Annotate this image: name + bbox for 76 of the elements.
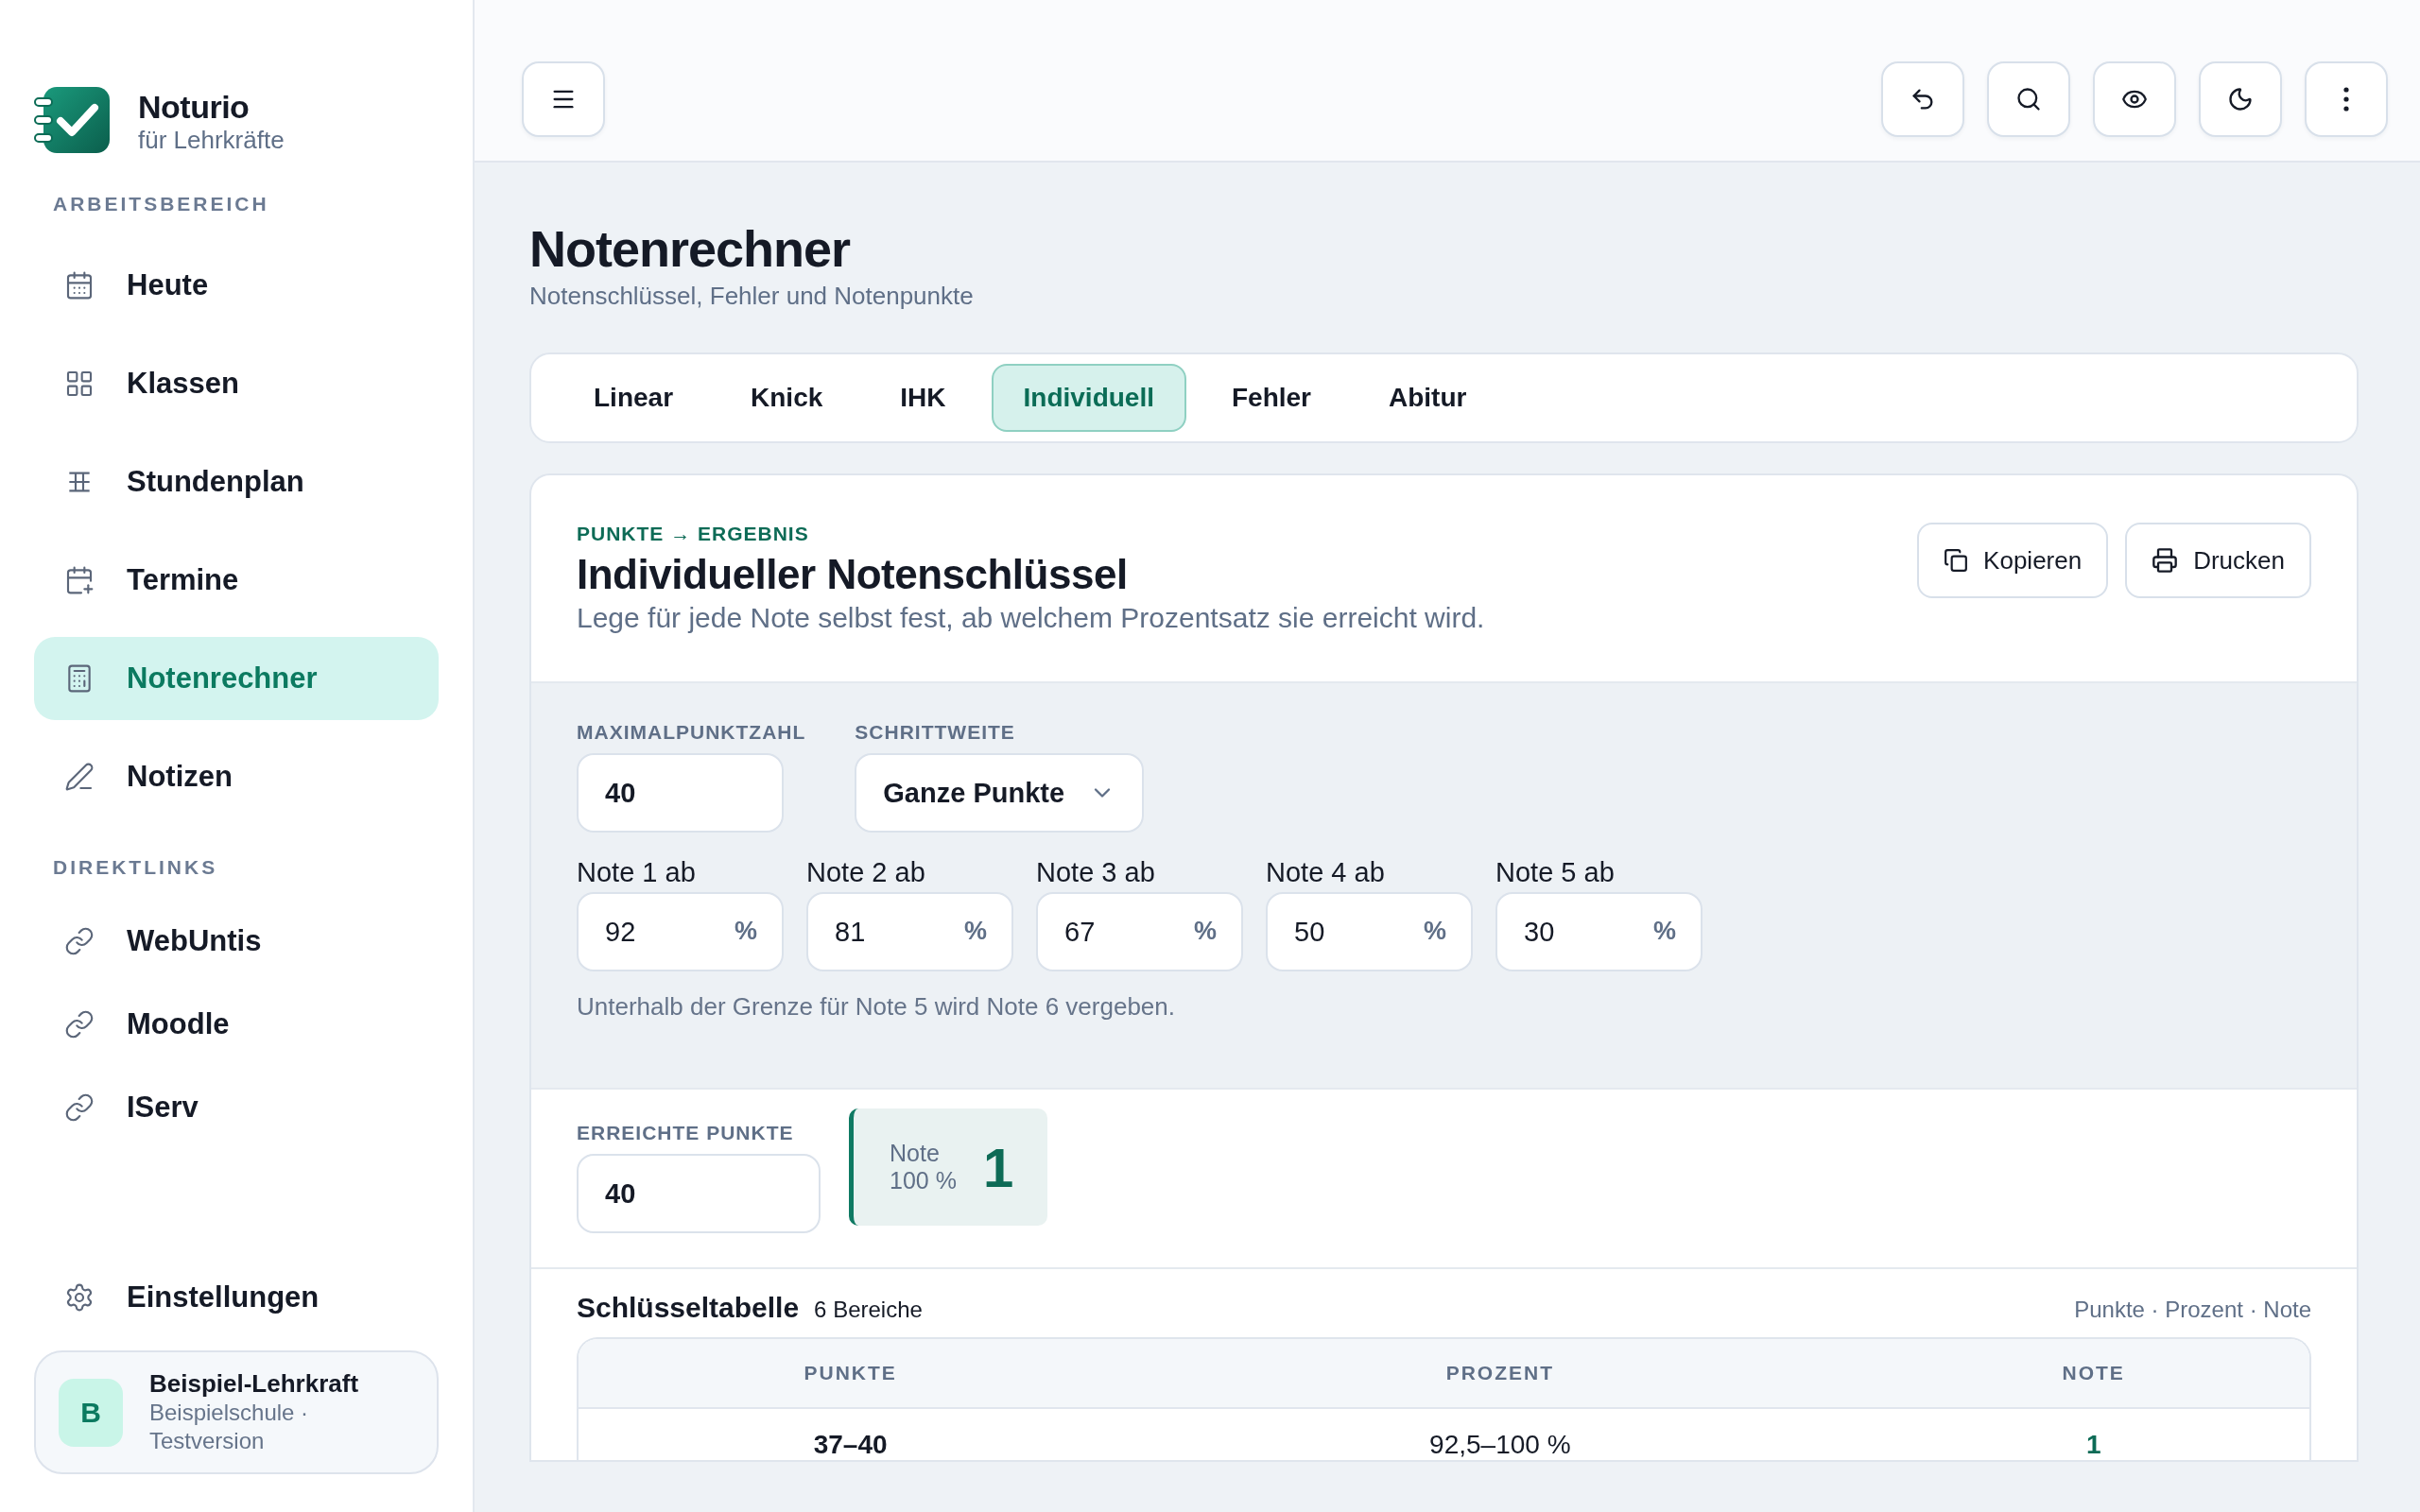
sidebar-item[interactable]: WebUntis: [34, 907, 439, 975]
sidebar-item[interactable]: Einstellungen: [34, 1260, 439, 1335]
column-header: NOTE: [2062, 1362, 2125, 1384]
field-label: Note 1 ab: [577, 857, 697, 888]
sidebar-item[interactable]: Termine: [34, 539, 439, 622]
settings-icon: [64, 1282, 95, 1313]
link-icon: [64, 926, 95, 956]
eye-button[interactable]: [2093, 61, 2176, 137]
field-label: SCHRITTWEITE: [855, 721, 1016, 744]
result-label: Note: [890, 1140, 941, 1167]
app-tagline: für Lehrkräfte: [138, 126, 285, 155]
user-detail: Beispielschule · Testversion: [149, 1399, 310, 1455]
table-cell: 92,5–100 %: [1429, 1430, 1571, 1460]
field-label: Note 5 ab: [1495, 857, 1616, 888]
result-grade: 1: [982, 1135, 1014, 1199]
print-button[interactable]: Drucken: [2125, 523, 2311, 598]
card-description: Lege für jede Note selbst fest, ab welchem Prozentsatz sie erreicht wird.: [577, 602, 1485, 634]
sidebar-item[interactable]: IServ: [34, 1074, 439, 1142]
field-label: ERREICHTE PUNKTE: [577, 1122, 795, 1144]
page-subtitle: Notenschlüssel, Fehler und Notenpunkte: [529, 282, 975, 311]
tab[interactable]: Fehler: [1200, 364, 1343, 432]
sidebar-item[interactable]: Moodle: [34, 990, 439, 1058]
sidebar-item[interactable]: Heute: [34, 244, 439, 327]
printer-icon: [2152, 547, 2179, 574]
tab[interactable]: IHK: [868, 364, 978, 432]
moon-icon: [2227, 86, 2254, 112]
result-percent: 100 %: [890, 1167, 957, 1194]
app-name: Noturio: [138, 89, 251, 126]
field-label: Note 2 ab: [806, 857, 926, 888]
copy-icon: [1944, 548, 1969, 573]
search-button[interactable]: [1987, 61, 2070, 137]
points-field[interactable]: 40: [577, 1154, 821, 1233]
eyebrow: PUNKTE → ERGEBNIS: [577, 523, 810, 545]
pen-icon: [64, 762, 95, 792]
search-icon: [2015, 86, 2042, 112]
hint-text: Unterhalb der Grenze für Note 5 wird Note 6 vergeben.: [577, 992, 1176, 1022]
step-select[interactable]: Ganze Punkte: [855, 753, 1145, 833]
table-count: 6 Bereiche: [814, 1297, 923, 1323]
column-header: PROZENT: [1445, 1362, 1554, 1384]
unit-label: %: [1653, 917, 1676, 946]
field-label: Note 3 ab: [1036, 857, 1156, 888]
unit-label: %: [735, 917, 757, 946]
avatar: B: [59, 1378, 123, 1447]
sidebar-item[interactable]: Notenrechner: [34, 637, 439, 720]
table-title: Schlüsseltabelle: [577, 1292, 800, 1324]
sidebar-item[interactable]: Notizen: [34, 735, 439, 818]
table-legend: Punkte · Prozent · Note: [2074, 1297, 2311, 1323]
user-name: Beispiel-Lehrkraft: [149, 1369, 359, 1399]
sidebar-item[interactable]: Klassen: [34, 342, 439, 425]
copy-button[interactable]: Kopieren: [1917, 523, 2109, 598]
tab[interactable]: Linear: [562, 364, 706, 432]
table-cell: 37–40: [813, 1430, 888, 1460]
field-label: MAXIMALPUNKTZAHL: [577, 721, 806, 744]
tab[interactable]: Knick: [718, 364, 856, 432]
card-title: Individueller Notenschlüssel: [577, 551, 1129, 598]
table-cell: 1: [2085, 1430, 2101, 1460]
grid-icon: [64, 369, 95, 399]
section-heading: ARBEITSBEREICH: [52, 193, 270, 215]
section-heading: DIREKTLINKS: [52, 856, 219, 879]
link-icon: [64, 1092, 95, 1123]
calendar-icon: [64, 270, 95, 301]
dark-mode-button[interactable]: [2199, 61, 2282, 137]
field-label: Note 4 ab: [1266, 857, 1386, 888]
sidebar-item[interactable]: Stundenplan: [34, 440, 439, 524]
unit-label: %: [1424, 917, 1446, 946]
unit-label: %: [964, 917, 987, 946]
user-card[interactable]: B Beispiel-Lehrkraft Beispielschule · Testversion: [34, 1350, 439, 1474]
link-icon: [64, 1009, 95, 1040]
tab[interactable]: Individuell: [991, 364, 1186, 432]
unit-label: %: [1194, 917, 1217, 946]
max-points-field[interactable]: 40: [577, 753, 784, 833]
more-icon: [2343, 87, 2349, 112]
tab[interactable]: Abitur: [1357, 364, 1499, 432]
column-header: PUNKTE: [804, 1362, 897, 1384]
page-title: Notenrechner: [529, 219, 852, 278]
calendar-plus-icon: [64, 565, 95, 595]
